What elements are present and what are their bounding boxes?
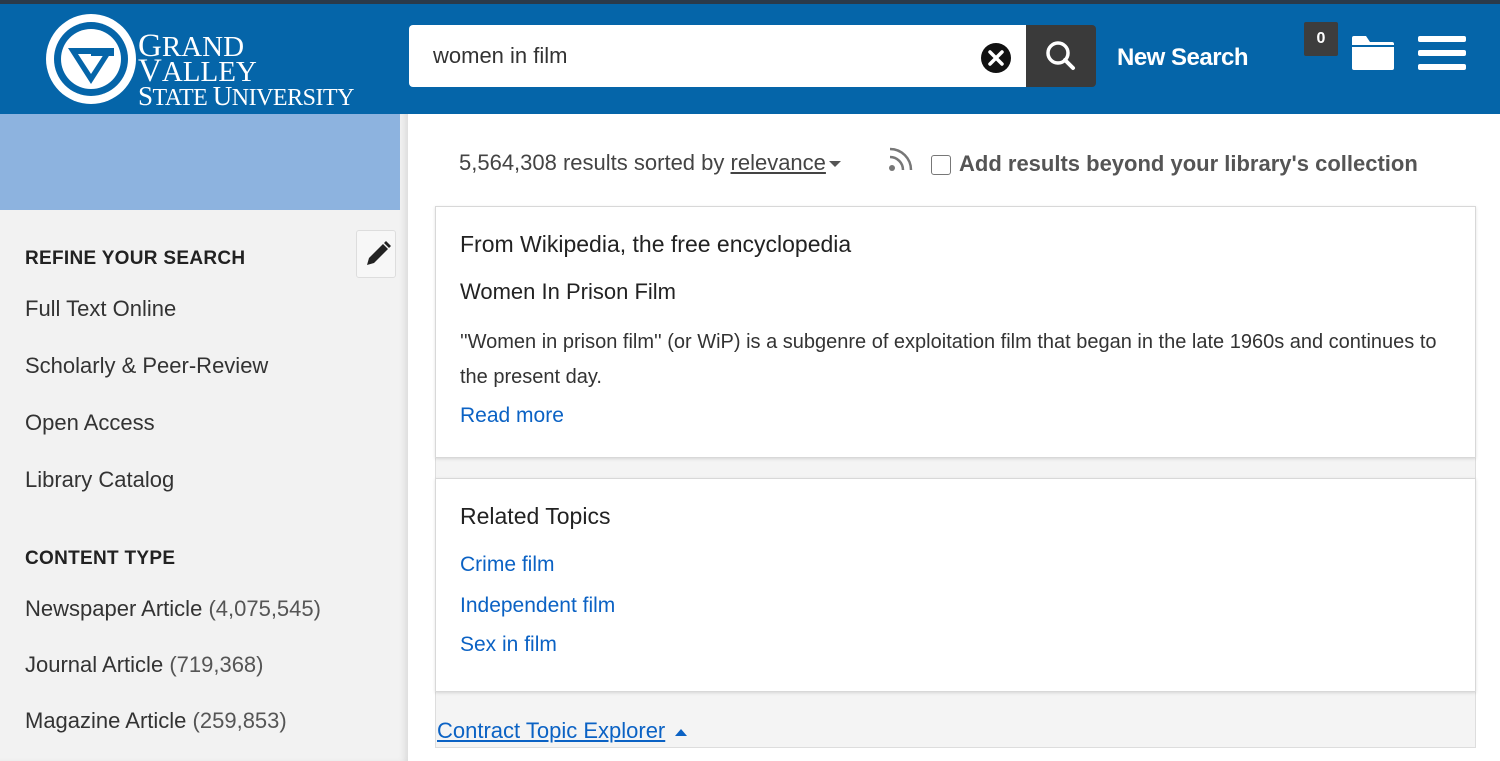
read-more-link[interactable]: Read more	[460, 404, 564, 428]
folder-icon	[1352, 36, 1394, 70]
contract-label: Contract Topic Explorer	[437, 718, 666, 743]
new-search-link[interactable]: New Search	[1117, 44, 1249, 72]
topic-link-sex-in-film[interactable]: Sex in film	[460, 633, 557, 657]
logo-letter: U	[212, 81, 233, 111]
content-type-count: (4,075,545)	[208, 596, 321, 621]
beyond-collection-label[interactable]: Add results beyond your library's collec…	[959, 151, 1418, 177]
hamburger-menu-icon	[1418, 36, 1466, 70]
wikipedia-card: From Wikipedia, the free encyclopedia Wo…	[435, 206, 1476, 458]
rss-icon	[889, 147, 913, 171]
sidebar: REFINE YOUR SEARCH Full Text Online Scho…	[0, 114, 408, 761]
facet-scholarly-peer-review[interactable]: Scholarly & Peer-Review	[25, 353, 268, 379]
results-count: 5,564,308 results sorted by	[459, 150, 725, 175]
topic-link-crime-film[interactable]: Crime film	[460, 553, 555, 577]
sort-caret-icon[interactable]	[828, 161, 841, 168]
facet-library-catalog[interactable]: Library Catalog	[25, 467, 174, 493]
logo-letter: S	[138, 81, 153, 111]
clear-search-button[interactable]	[979, 41, 1013, 75]
wiki-title: Women In Prison Film	[460, 279, 676, 304]
content-type-label: Journal Article	[25, 652, 164, 677]
content-type-journal-article[interactable]: Journal Article (719,368)	[25, 652, 264, 678]
gvsu-logo[interactable]: GRAND VALLEY STATE UNIVERSITY	[46, 14, 356, 110]
topic-link-independent-film[interactable]: Independent film	[460, 594, 615, 618]
logo-text-part: NIVERSITY	[231, 85, 355, 111]
facet-open-access[interactable]: Open Access	[25, 410, 155, 436]
related-topics-heading: Related Topics	[460, 503, 611, 529]
search-icon	[1046, 41, 1075, 70]
pencil-icon	[367, 241, 391, 265]
logo-text-part: TATE	[152, 85, 213, 111]
content-type-newspaper-article[interactable]: Newspaper Article (4,075,545)	[25, 596, 321, 622]
results-summary: 5,564,308 results sorted by relevance	[459, 150, 841, 176]
sidebar-banner	[0, 114, 400, 210]
refine-search-heading: REFINE YOUR SEARCH	[25, 248, 246, 269]
logo-wordmark: GRAND VALLEY STATE UNIVERSITY	[138, 30, 356, 111]
search-input[interactable]	[409, 25, 969, 87]
content-type-heading: CONTENT TYPE	[25, 548, 176, 569]
search-box	[409, 25, 1026, 87]
content-type-label: Newspaper Article	[25, 596, 203, 621]
content-type-label: Magazine Article	[25, 708, 187, 733]
related-topics-card: Related Topics Crime film Independent fi…	[435, 478, 1476, 692]
folder-button[interactable]	[1350, 32, 1396, 72]
edit-refine-button[interactable]	[356, 230, 396, 278]
rss-feed-button[interactable]	[886, 144, 916, 174]
logo-emblem-icon	[46, 14, 136, 104]
clear-icon	[981, 43, 1011, 73]
caret-up-icon	[675, 728, 688, 736]
menu-button[interactable]	[1418, 34, 1466, 72]
facet-full-text-online[interactable]: Full Text Online	[25, 296, 176, 322]
content-type-count: (719,368)	[169, 652, 264, 677]
wiki-source: From Wikipedia, the free encyclopedia	[460, 231, 852, 257]
contract-topic-explorer-link[interactable]: Contract Topic Explorer	[437, 718, 688, 744]
content-type-magazine-article[interactable]: Magazine Article (259,853)	[25, 708, 287, 734]
sort-relevance-link[interactable]: relevance	[731, 150, 826, 175]
content-type-count: (259,853)	[192, 708, 287, 733]
search-button[interactable]	[1026, 25, 1096, 87]
wiki-body: ''Women in prison film'' (or WiP) is a s…	[460, 331, 1437, 388]
beyond-collection-checkbox[interactable]	[931, 155, 951, 175]
folder-count-badge: 0	[1304, 22, 1338, 56]
